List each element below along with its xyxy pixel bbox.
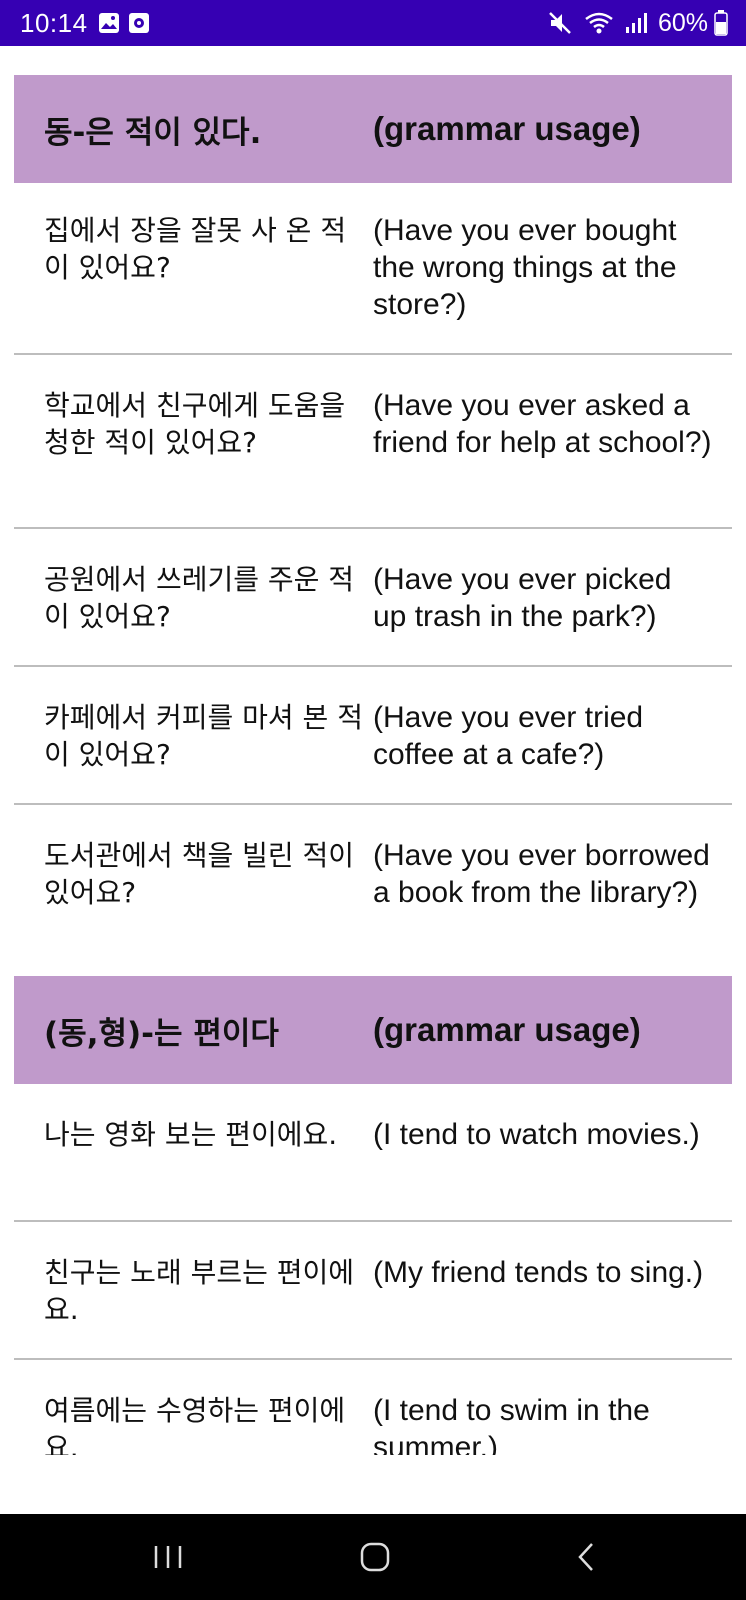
- english-translation: (Have you ever borrowed a book from the …: [373, 839, 710, 909]
- list-item[interactable]: 학교에서 친구에게 도움을 청한 적이 있어요? (Have you ever …: [14, 355, 732, 529]
- english-translation: (Have you ever asked a friend for help a…: [373, 389, 712, 459]
- english-translation: (I tend to watch movies.): [373, 1118, 700, 1151]
- list-item[interactable]: 여름에는 수영하는 편이에요. (I tend to swim in the s…: [14, 1360, 732, 1455]
- battery-percent: 60%: [657, 8, 708, 37]
- record-icon: [128, 12, 150, 34]
- english-translation: (Have you ever picked up trash in the pa…: [373, 563, 672, 633]
- list-item[interactable]: 카페에서 커피를 마셔 본 적이 있어요? (Have you ever tri…: [14, 667, 732, 805]
- korean-sentence: 카페에서 커피를 마셔 본 적이 있어요?: [44, 701, 363, 771]
- home-icon: [360, 1542, 390, 1572]
- korean-sentence: 친구는 노래 부르는 편이에요.: [44, 1256, 355, 1326]
- navigation-bar: [0, 1514, 746, 1600]
- grammar-usage-label: (grammar usage): [373, 1011, 641, 1048]
- korean-sentence: 집에서 장을 잘못 사 온 적이 있어요?: [44, 214, 347, 284]
- list-item[interactable]: 집에서 장을 잘못 사 온 적이 있어요? (Have you ever bou…: [14, 183, 732, 355]
- wifi-icon: [584, 11, 614, 35]
- korean-sentence: 나는 영화 보는 편이에요.: [44, 1118, 338, 1151]
- english-translation: (Have you ever bought the wrong things a…: [373, 214, 677, 321]
- korean-sentence: 공원에서 쓰레기를 주운 적이 있어요?: [44, 563, 355, 633]
- grammar-usage-label: (grammar usage): [373, 110, 641, 147]
- grammar-pattern-title: (동,형)-는 편이다: [44, 1015, 279, 1052]
- list-item[interactable]: 도서관에서 책을 빌린 적이 있어요? (Have you ever borro…: [14, 805, 732, 976]
- english-translation: (I tend to swim in the summer.): [373, 1394, 650, 1455]
- home-button[interactable]: [315, 1514, 435, 1600]
- mute-icon: [548, 11, 574, 35]
- section-header: (동,형)-는 편이다 (grammar usage): [14, 976, 732, 1084]
- korean-sentence: 여름에는 수영하는 편이에요.: [44, 1394, 346, 1455]
- recent-apps-button[interactable]: [108, 1514, 228, 1600]
- english-translation: (My friend tends to sing.): [373, 1256, 704, 1289]
- list-item[interactable]: 친구는 노래 부르는 편이에요. (My friend tends to sin…: [14, 1222, 732, 1360]
- list-item[interactable]: 나는 영화 보는 편이에요. (I tend to watch movies.): [14, 1084, 732, 1222]
- battery-icon: [714, 10, 728, 36]
- status-time: 10:14: [20, 7, 88, 38]
- status-bar: 10:14 60%: [0, 0, 746, 46]
- recent-apps-icon: [154, 1546, 182, 1568]
- english-translation: (Have you ever tried coffee at a cafe?): [373, 701, 644, 771]
- grammar-list[interactable]: 동-은 적이 있다. (grammar usage) 집에서 장을 잘못 사 온…: [0, 46, 746, 1514]
- back-button[interactable]: [526, 1514, 646, 1600]
- korean-sentence: 도서관에서 책을 빌린 적이 있어요?: [44, 839, 355, 909]
- section-header: 동-은 적이 있다. (grammar usage): [14, 75, 732, 183]
- grammar-pattern-title: 동-은 적이 있다.: [44, 114, 262, 151]
- image-icon: [98, 12, 120, 34]
- signal-icon: [624, 11, 648, 35]
- back-icon: [578, 1543, 593, 1571]
- list-item[interactable]: 공원에서 쓰레기를 주운 적이 있어요? (Have you ever pick…: [14, 529, 732, 667]
- korean-sentence: 학교에서 친구에게 도움을 청한 적이 있어요?: [44, 389, 346, 459]
